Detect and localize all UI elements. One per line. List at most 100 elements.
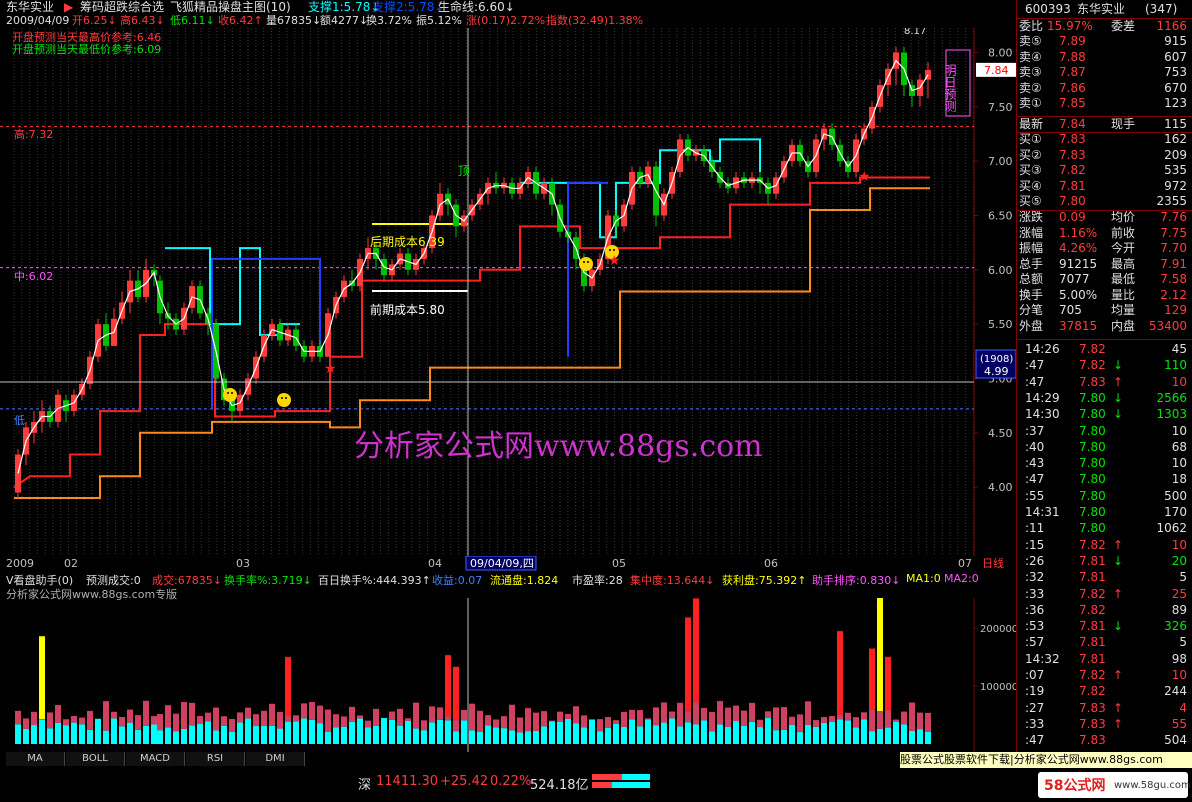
- volume-bar-cyan: [95, 718, 101, 744]
- volume-bar-cyan: [517, 732, 523, 744]
- panel-divider: [1017, 210, 1192, 211]
- volume-bar-mid: [253, 714, 259, 727]
- smiley-eye: [583, 261, 585, 263]
- cursor-date: 09/04/09,四: [470, 557, 534, 570]
- volume-bar-cyan: [365, 727, 371, 744]
- volume-bar-mid: [805, 701, 811, 725]
- volume-bar-cyan: [253, 726, 259, 744]
- volume-bar-mid: [189, 702, 195, 726]
- volume-bar-mid: [165, 705, 171, 728]
- volume-bar-cyan: [589, 719, 595, 744]
- volume-bar-mid: [885, 710, 891, 728]
- smiley-eye: [609, 249, 611, 251]
- volume-bar-mid: [127, 709, 133, 723]
- panel-divider: [1017, 18, 1192, 19]
- volume-bar-cyan: [245, 718, 251, 744]
- volume-bar-cyan: [549, 721, 555, 744]
- volume-indicator-header: V看盘助手(0) 预测成交:0 成交:67835↓ 换手率%:3.719↓ 百日…: [0, 572, 1016, 601]
- candlestick-chart[interactable]: 开盘预测当天最高价参考:6.46 开盘预测当天最低价参考:6.09 高:7.32…: [0, 28, 1016, 568]
- volume-bar-mid: [773, 707, 779, 731]
- status-bar: 深 11411.30 +25.42 0.22% 524.18亿 58公式网 ww…: [0, 768, 1192, 802]
- info-volume: 量67835↓: [266, 14, 322, 27]
- tab-dmi[interactable]: DMI: [246, 752, 305, 766]
- bid-row: 买② 7.83 209: [1019, 147, 1187, 162]
- volume-bar-mid: [493, 719, 499, 728]
- volume-bar-mid: [533, 712, 539, 731]
- volume-bar-cyan: [357, 718, 363, 744]
- volume-bar-mid: [637, 710, 643, 727]
- volume-bar-cyan: [23, 728, 29, 744]
- volume-bar-mid: [733, 705, 739, 722]
- main-indicator-name[interactable]: 飞狐精品操盘主图(10): [170, 0, 291, 14]
- volume-bar-cyan: [573, 723, 579, 744]
- volume-bar-cyan: [397, 725, 403, 744]
- volume-bar-cyan: [837, 719, 843, 744]
- tick-row: :33 7.83 ↑ 55: [1025, 716, 1187, 731]
- volume-bar-mid: [821, 717, 827, 723]
- tick-row: :36 7.82 89: [1025, 602, 1187, 617]
- volume-bar-cyan: [173, 731, 179, 744]
- volume-bar-mid: [653, 707, 659, 726]
- volume-bar-mid: [853, 717, 859, 728]
- star-icon: ★: [858, 169, 871, 185]
- market-bar: [592, 774, 650, 788]
- volume-bar-mid: [405, 718, 411, 721]
- volume-bar-mid: [429, 706, 435, 723]
- low-level-label: 低: [14, 414, 25, 427]
- weicha: 1166: [1156, 19, 1187, 33]
- sub-f7: 市盈率:28: [572, 574, 623, 587]
- volume-bar-cyan: [765, 718, 771, 744]
- volume-bar-cyan: [685, 722, 691, 744]
- tick-row: 14:30 7.80 ↓ 1303: [1025, 407, 1187, 422]
- watermark: 分析家公式网www.88gs.com: [354, 429, 763, 464]
- volume-bar-top: [685, 617, 691, 711]
- support2: 支撑2:5.78↓: [372, 0, 445, 14]
- volume-bar-mid: [317, 705, 323, 724]
- volume-bar-cyan: [485, 725, 491, 744]
- stat-row: 换手 5.00% 量比 2.12: [1019, 287, 1187, 302]
- volume-bar-mid: [341, 716, 347, 727]
- volume-bar-cyan: [701, 720, 707, 744]
- volume-bar-cyan: [861, 719, 867, 744]
- y-tick-label: 6.50: [988, 209, 1013, 222]
- volume-bar-mid: [453, 720, 459, 732]
- sub-f10: 助手排序:0.830↓: [812, 574, 901, 587]
- volume-bar-cyan: [629, 719, 635, 744]
- tick-row: :33 7.82 ↑ 25: [1025, 586, 1187, 601]
- volume-bar-cyan: [87, 729, 93, 744]
- index-value: 11411.30: [376, 774, 439, 789]
- volume-bar-cyan: [709, 731, 715, 744]
- tick-row: :37 7.80 10: [1025, 423, 1187, 438]
- stat-row: 涨跌 0.09 均价 7.76: [1019, 210, 1187, 224]
- ohlc-info-bar: 2009/04/09 开6.25↓ 高6.43↓ 低6.11↓ 收6.42↑ 量…: [0, 14, 1016, 28]
- sub-f8: 集中度:13.644↓: [630, 574, 715, 587]
- tab-macd[interactable]: MACD: [126, 752, 185, 766]
- stat-row: 总额 7077 最低 7.58: [1019, 272, 1187, 286]
- tab-boll[interactable]: BOLL: [66, 752, 125, 766]
- y-tick-label: 7.50: [988, 101, 1013, 114]
- formula-name[interactable]: 筹码超跌综合选: [80, 0, 164, 14]
- support1: 支撑1:5.78↓: [308, 0, 381, 14]
- ad-banner[interactable]: 股票公式股票软件下载|分析家公式网www.88gs.com: [900, 752, 1192, 768]
- volume-bar-cyan: [381, 718, 387, 744]
- volume-bar-mid: [47, 712, 53, 729]
- volume-bar-mid: [717, 701, 723, 725]
- tick-row: :11 7.80 1062: [1025, 521, 1187, 536]
- volume-chart[interactable]: 200000 100000: [0, 598, 1016, 752]
- volume-bar-mid: [389, 711, 395, 720]
- volume-bar-mid: [293, 715, 299, 722]
- tab-rsi[interactable]: RSI: [186, 752, 245, 766]
- stock-name[interactable]: 东华实业: [6, 0, 54, 14]
- volume-bar-mid: [325, 709, 331, 733]
- info-high: 高6.43↓: [120, 14, 165, 27]
- volume-bar-cyan: [119, 726, 125, 744]
- volume-bar-cyan: [821, 722, 827, 744]
- mid-level-label: 中:6.02: [14, 270, 53, 283]
- quote-panel: 600393 东华实业 (347) 委比 15.97% 委差 1166 最新 7…: [1016, 0, 1192, 752]
- tab-ma[interactable]: MA: [6, 752, 65, 766]
- volume-bar-mid: [781, 707, 787, 730]
- y-tick-label: 8.00: [988, 46, 1013, 59]
- star-icon: ★: [608, 253, 621, 269]
- volume-bar-mid: [813, 720, 819, 727]
- volume-bar-mid: [877, 710, 883, 729]
